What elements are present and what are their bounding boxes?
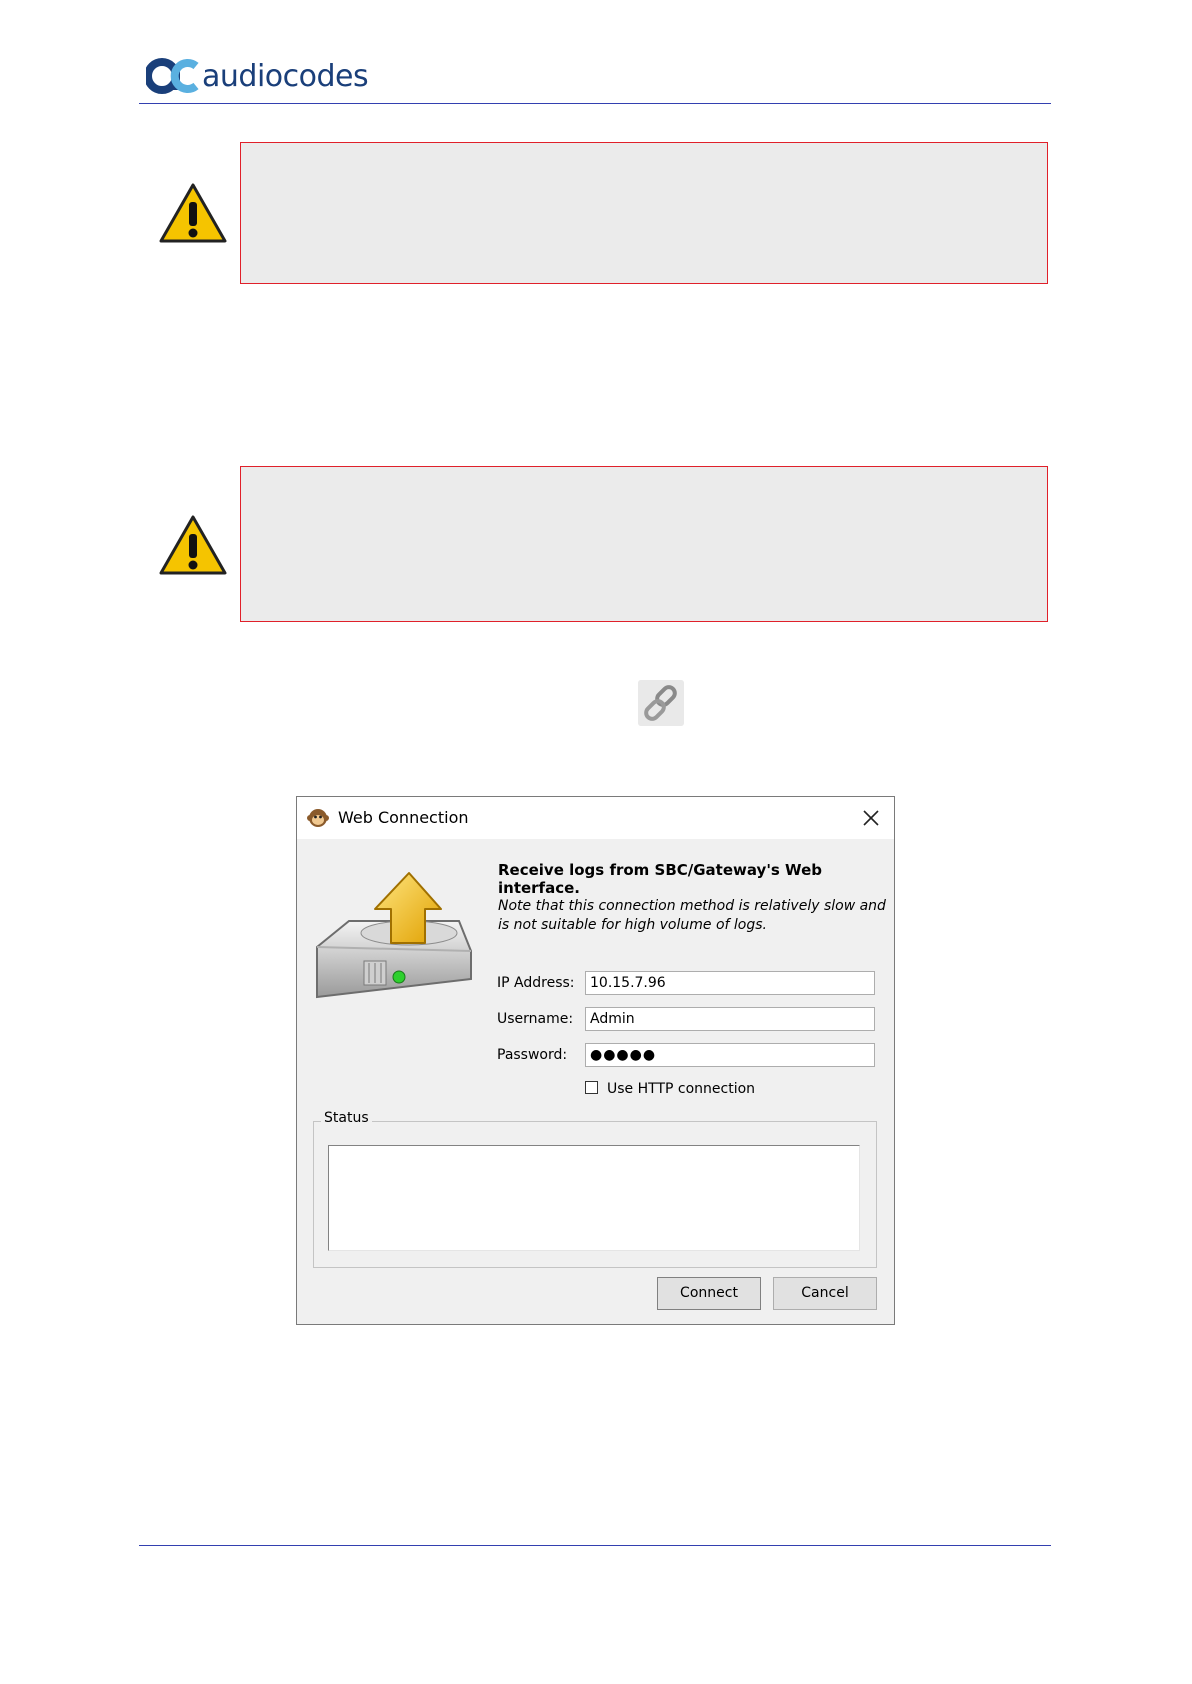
- status-group-label: Status: [321, 1110, 372, 1126]
- monkey-app-icon: [307, 809, 329, 827]
- status-textarea[interactable]: [328, 1145, 860, 1251]
- note-box: [240, 142, 1048, 284]
- use-http-checkbox[interactable]: [585, 1081, 598, 1094]
- cancel-button[interactable]: Cancel: [773, 1277, 877, 1310]
- ip-address-field[interactable]: 10.15.7.96: [585, 971, 875, 995]
- password-label: Password:: [497, 1047, 568, 1063]
- note-box: [240, 466, 1048, 622]
- connect-button[interactable]: Connect: [657, 1277, 761, 1310]
- warning-icon: [159, 515, 227, 575]
- username-field[interactable]: Admin: [585, 1007, 875, 1031]
- chain-link-icon: [638, 680, 684, 726]
- use-http-label[interactable]: Use HTTP connection: [607, 1081, 755, 1097]
- password-field[interactable]: ●●●●●: [585, 1043, 875, 1067]
- header-rule: [139, 103, 1051, 104]
- footer-rule: [139, 1545, 1051, 1546]
- drive-upload-icon: [316, 872, 472, 999]
- dialog-note-line: is not suitable for high volume of logs.: [498, 917, 767, 933]
- audiocodes-logo-icon: [146, 58, 199, 94]
- warning-icon: [159, 183, 227, 243]
- username-label: Username:: [497, 1011, 574, 1027]
- logo-text: audiocodes: [202, 58, 369, 94]
- audiocodes-logo: audiocodes: [146, 56, 369, 96]
- dialog-titlebar[interactable]: Web Connection: [297, 797, 894, 839]
- ip-address-label: IP Address:: [497, 975, 575, 991]
- dialog-title: Web Connection: [338, 808, 469, 827]
- dialog-note-line: Note that this connection method is rela…: [498, 898, 886, 914]
- dialog-headline: Receive logs from SBC/Gateway's Web inte…: [498, 861, 822, 897]
- web-connection-dialog: Web Connection Receive logs from SBC/Gat…: [296, 796, 895, 1325]
- close-icon[interactable]: [858, 805, 884, 831]
